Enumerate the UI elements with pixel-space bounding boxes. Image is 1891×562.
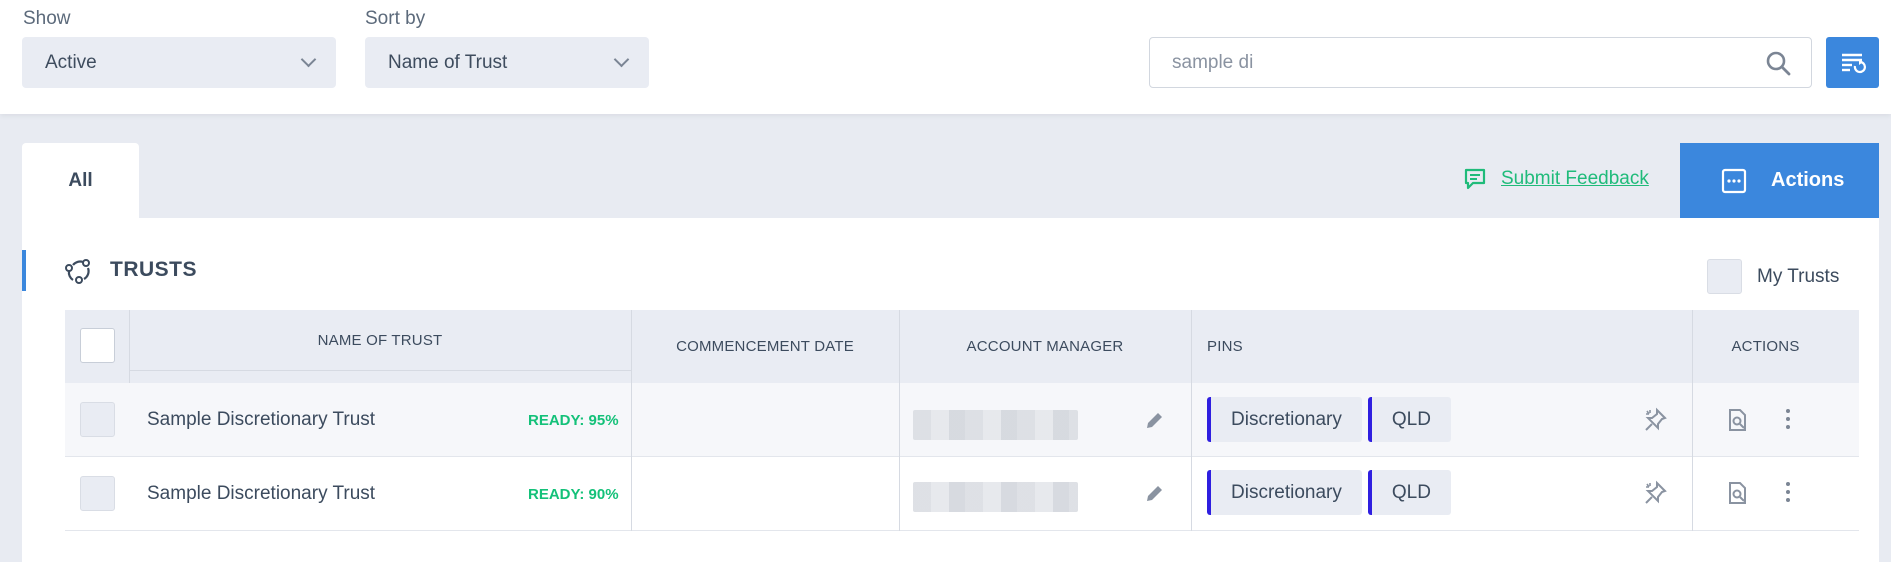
trust-network-icon — [65, 259, 90, 284]
tab-all-label: All — [68, 170, 93, 191]
table-row[interactable]: Sample Discretionary Trust READY: 95% Di… — [65, 383, 1859, 457]
sort-label: Sort by — [365, 8, 426, 29]
pencil-icon[interactable] — [1143, 410, 1165, 432]
submit-feedback-link[interactable]: Submit Feedback — [1463, 167, 1649, 191]
account-manager-redacted — [913, 410, 1078, 440]
document-search-icon[interactable] — [1727, 481, 1749, 505]
my-trusts-filter[interactable]: My Trusts — [1707, 259, 1839, 294]
pin-tag[interactable]: QLD — [1367, 397, 1451, 442]
chevron-down-icon — [300, 51, 317, 68]
sort-select[interactable]: Name of Trust — [365, 37, 649, 88]
ready-status: READY: 90% — [528, 485, 619, 503]
section-title: TRUSTS — [110, 258, 197, 281]
document-search-icon[interactable] — [1727, 408, 1749, 432]
vertical-dots-icon[interactable] — [1786, 482, 1790, 502]
filter-options-button[interactable] — [1826, 37, 1879, 88]
ready-status: READY: 95% — [528, 411, 619, 429]
my-trusts-label: My Trusts — [1757, 265, 1840, 287]
vertical-dots-icon[interactable] — [1786, 409, 1790, 429]
tab-all[interactable]: All — [22, 143, 139, 219]
table-header: NAME OF TRUST COMMENCEMENT DATE ACCOUNT … — [65, 310, 1859, 383]
show-label: Show — [23, 8, 71, 29]
select-all-checkbox[interactable] — [80, 328, 115, 363]
my-trusts-checkbox[interactable] — [1707, 259, 1742, 294]
trusts-table: NAME OF TRUST COMMENCEMENT DATE ACCOUNT … — [65, 310, 1859, 531]
chevron-down-icon — [613, 51, 630, 68]
pin-tag[interactable]: QLD — [1367, 470, 1451, 515]
header-pins: PINS — [1207, 338, 1243, 355]
show-select[interactable]: Active — [22, 37, 336, 88]
show-select-value: Active — [45, 51, 97, 73]
section-heading: TRUSTS — [64, 256, 197, 284]
trust-name[interactable]: Sample Discretionary Trust — [147, 383, 375, 457]
trust-name[interactable]: Sample Discretionary Trust — [147, 457, 375, 531]
pin-icon[interactable] — [1643, 407, 1669, 433]
header-account-manager[interactable]: ACCOUNT MANAGER — [899, 310, 1191, 383]
row-checkbox[interactable] — [80, 476, 115, 511]
header-name-of-trust[interactable]: NAME OF TRUST — [129, 310, 631, 371]
filter-list-icon — [1841, 53, 1866, 73]
search-input[interactable]: sample di — [1149, 37, 1812, 88]
pin-tag[interactable]: Discretionary — [1207, 470, 1362, 515]
submit-feedback-label: Submit Feedback — [1501, 168, 1649, 189]
ellipsis-square-icon — [1721, 168, 1747, 193]
table-row[interactable]: Sample Discretionary Trust READY: 90% Di… — [65, 457, 1859, 531]
feedback-icon — [1464, 168, 1486, 190]
pencil-icon[interactable] — [1143, 483, 1165, 505]
sort-select-value: Name of Trust — [388, 51, 508, 73]
search-input-value: sample di — [1172, 51, 1254, 73]
pins-list: Discretionary QLD — [1207, 397, 1451, 442]
row-checkbox[interactable] — [80, 402, 115, 437]
actions-button[interactable]: Actions — [1680, 143, 1879, 218]
pin-icon[interactable] — [1643, 480, 1669, 506]
actions-button-label: Actions — [1771, 169, 1845, 191]
tab-bar: All Submit Feedback Actions — [22, 143, 1879, 219]
filter-bar: Show Active Sort by Name of Trust sample… — [0, 0, 1891, 114]
section-accent-bar — [22, 250, 26, 291]
pins-list: Discretionary QLD — [1207, 470, 1451, 515]
account-manager-redacted — [913, 482, 1078, 512]
header-actions: ACTIONS — [1731, 338, 1800, 355]
header-commencement-date[interactable]: COMMENCEMENT DATE — [631, 310, 899, 383]
trusts-panel: TRUSTS My Trusts NAME OF TRUST COMMENCEM… — [22, 218, 1879, 562]
pin-tag[interactable]: Discretionary — [1207, 397, 1362, 442]
select-all-checkbox-wrap — [80, 328, 115, 363]
search-icon[interactable] — [1765, 50, 1791, 76]
